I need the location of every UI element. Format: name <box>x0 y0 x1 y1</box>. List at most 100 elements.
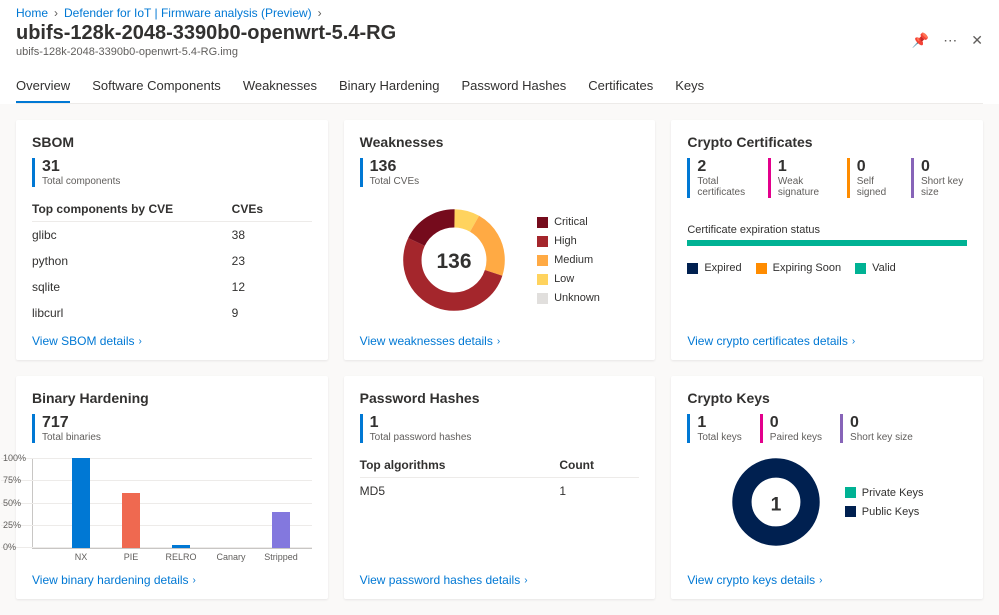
stat-value: 1 <box>778 158 829 176</box>
card-title: Password Hashes <box>360 390 640 406</box>
page-subtitle: ubifs-128k-2048-3390b0-openwrt-5.4-RG.im… <box>16 46 396 58</box>
card-title: Crypto Certificates <box>687 134 967 150</box>
chevron-right-icon: › <box>318 6 322 20</box>
stat-weak-signature: 1Weak signature <box>768 158 829 198</box>
legend-label: High <box>554 235 577 247</box>
table-row: libcurl9 <box>32 300 312 326</box>
cell: MD5 <box>360 484 560 498</box>
legend-item: Valid <box>855 262 896 274</box>
ytick: 100% <box>3 453 26 463</box>
stat-total-certificates: 2Total certificates <box>687 158 750 198</box>
link-label: View weaknesses details <box>360 334 493 348</box>
swatch-icon <box>845 506 856 517</box>
more-icon[interactable]: ⋯ <box>943 32 957 49</box>
tab-software-components[interactable]: Software Components <box>92 72 221 103</box>
bar-label: NX <box>75 552 88 562</box>
card-title: Binary Hardening <box>32 390 312 406</box>
legend-label: Unknown <box>554 292 600 304</box>
ytick: 50% <box>3 498 21 508</box>
tab-overview[interactable]: Overview <box>16 72 70 103</box>
stat-value: 0 <box>857 158 893 176</box>
link-view-binary-hardening[interactable]: View binary hardening details › <box>32 565 312 587</box>
stat-total-cves: 136 Total CVEs <box>360 158 419 187</box>
link-label: View SBOM details <box>32 334 135 348</box>
stat-self-signed: 0Self signed <box>847 158 893 198</box>
tab-password-hashes[interactable]: Password Hashes <box>461 72 566 103</box>
crypto-keys-legend: Private Keys Public Keys <box>845 487 924 518</box>
stat-value: 31 <box>42 158 120 176</box>
swatch-icon <box>537 255 548 266</box>
bar-label: PIE <box>124 552 139 562</box>
stat-label: Total components <box>42 176 120 187</box>
legend-item: Medium <box>537 254 600 266</box>
pin-icon[interactable]: 📌 <box>912 32 929 49</box>
breadcrumb-home[interactable]: Home <box>16 6 48 20</box>
col-header: Top algorithms <box>360 458 560 472</box>
tab-weaknesses[interactable]: Weaknesses <box>243 72 317 103</box>
stat-label: Self signed <box>857 176 893 198</box>
stat-total-password-hashes: 1 Total password hashes <box>360 414 472 443</box>
title-block: ubifs-128k-2048-3390b0-openwrt-5.4-RG ub… <box>16 22 396 58</box>
cell: 1 <box>559 484 639 498</box>
breadcrumb: Home › Defender for IoT | Firmware analy… <box>16 6 983 20</box>
chevron-right-icon: › <box>193 575 196 586</box>
tab-keys[interactable]: Keys <box>675 72 704 103</box>
chevron-right-icon: › <box>139 336 142 347</box>
stat-value: 717 <box>42 414 101 432</box>
stat-label: Total password hashes <box>370 432 472 443</box>
chevron-right-icon: › <box>852 336 855 347</box>
tab-certificates[interactable]: Certificates <box>588 72 653 103</box>
bar-nx: NX <box>65 458 97 548</box>
stat-value: 0 <box>770 414 822 432</box>
stat-value: 136 <box>370 158 419 176</box>
breadcrumb-mid[interactable]: Defender for IoT | Firmware analysis (Pr… <box>64 6 312 20</box>
legend-label: Critical <box>554 216 588 228</box>
stat-short-key-size: 0Short key size <box>911 158 967 198</box>
stat-total-keys: 1Total keys <box>687 414 741 443</box>
card-password-hashes: Password Hashes 1 Total password hashes … <box>344 376 656 599</box>
swatch-icon <box>845 487 856 498</box>
stat-label: Paired keys <box>770 432 822 443</box>
cert-expiration-bar <box>687 240 967 246</box>
legend-item: Unknown <box>537 292 600 304</box>
swatch-icon <box>537 236 548 247</box>
link-view-crypto-keys[interactable]: View crypto keys details› <box>687 565 967 587</box>
ytick: 25% <box>3 520 21 530</box>
card-title: Crypto Keys <box>687 390 967 406</box>
donut-center-value: 136 <box>437 250 472 273</box>
bar-stripped: Stripped <box>265 512 297 548</box>
col-header: CVEs <box>232 202 312 216</box>
table-row: glibc38 <box>32 222 312 248</box>
swatch-icon <box>537 293 548 304</box>
ytick: 75% <box>3 475 21 485</box>
link-view-crypto-certs[interactable]: View crypto certificates details› <box>687 326 967 348</box>
link-view-weaknesses[interactable]: View weaknesses details › <box>360 326 640 348</box>
link-view-password-hashes[interactable]: View password hashes details› <box>360 565 640 587</box>
bar-label: Canary <box>216 552 245 562</box>
stat-value: 2 <box>697 158 750 176</box>
page-title: ubifs-128k-2048-3390b0-openwrt-5.4-RG <box>16 22 396 45</box>
stat-paired-keys: 0Paired keys <box>760 414 822 443</box>
page-header: Home › Defender for IoT | Firmware analy… <box>0 0 999 104</box>
card-weaknesses: Weaknesses 136 Total CVEs 136 Critical H… <box>344 120 656 360</box>
cell: 38 <box>232 228 312 242</box>
link-view-sbom[interactable]: View SBOM details › <box>32 326 312 348</box>
stat-label: Total certificates <box>697 176 750 198</box>
chevron-right-icon: › <box>54 6 58 20</box>
link-label: View crypto keys details <box>687 573 815 587</box>
stat-value: 0 <box>921 158 967 176</box>
tabs: Overview Software Components Weaknesses … <box>16 72 983 104</box>
close-icon[interactable]: ✕ <box>971 32 983 49</box>
chevron-right-icon: › <box>497 336 500 347</box>
link-label: View binary hardening details <box>32 573 189 587</box>
swatch-icon <box>687 263 698 274</box>
legend-item: Critical <box>537 216 600 228</box>
tab-binary-hardening[interactable]: Binary Hardening <box>339 72 439 103</box>
bar-relro: RELRO <box>165 545 197 548</box>
legend-label: Low <box>554 273 574 285</box>
cell: 12 <box>232 280 312 294</box>
stat-label: Total keys <box>697 432 741 443</box>
binary-hardening-bar-chart: 100% 75% 50% 25% 0% NX PIE RELRO Canary … <box>32 459 312 549</box>
card-crypto-certificates: Crypto Certificates 2Total certificates … <box>671 120 983 360</box>
legend-item: Expiring Soon <box>756 262 842 274</box>
